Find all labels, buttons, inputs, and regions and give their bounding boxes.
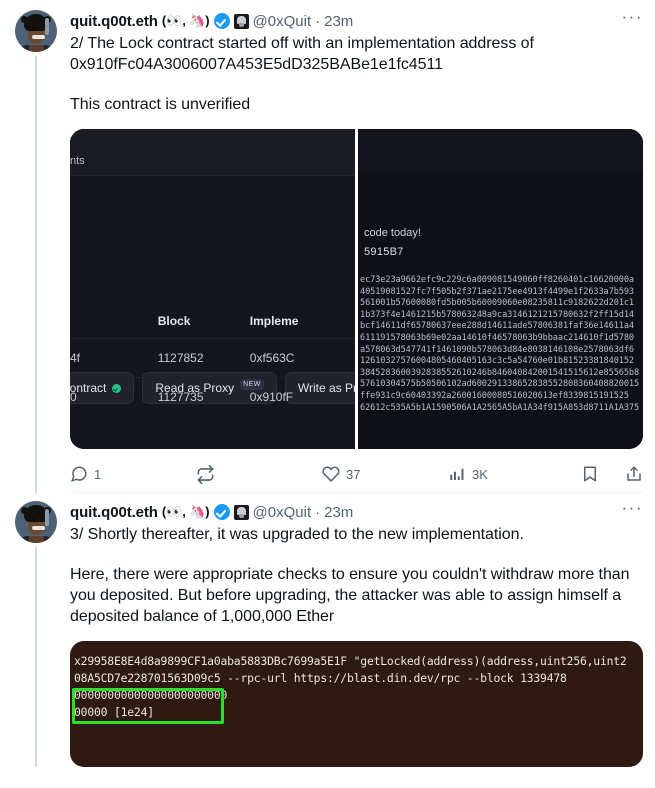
share-icon — [627, 466, 641, 481]
explorer-verify-note: code today! — [364, 227, 421, 239]
explorer-row-1-implementation: 0x910fF — [249, 390, 294, 404]
explorer-row-0-block: 1127852 — [157, 351, 204, 365]
tweet-2-header: quit.q00t.eth (👀, 🦄) @0xQuit · 23m ··· — [70, 499, 643, 523]
avatar-eye-right — [40, 26, 43, 29]
reply-icon — [71, 466, 87, 482]
bookmark-button[interactable] — [581, 465, 599, 483]
tweet-2-media-terminal[interactable]: x29958E8E4d8a9899CF1a0aba5883DBc7699a5E1… — [70, 641, 643, 767]
tweet-2-text: 3/ Shortly thereafter, it was upgraded t… — [70, 526, 524, 543]
table-row[interactable]: 4f 1127852 0xf563C — [70, 338, 355, 377]
avatar-background-stripe — [45, 509, 49, 526]
share-button[interactable] — [625, 465, 643, 483]
tweet-2-left-rail — [12, 501, 60, 767]
tweet-2-timestamp[interactable]: 23m — [324, 504, 353, 521]
explorer-bytecode-dump: ec73e23a9662efc9c229c6a009081549060ff826… — [360, 275, 640, 413]
avatar[interactable] — [15, 501, 57, 543]
tweet-2-text-paragraph-2: Here, there were appropriate checks to e… — [70, 566, 634, 625]
tweet-1-more-options-icon[interactable]: ··· — [617, 8, 643, 29]
explorer-right-band — [358, 171, 643, 221]
explorer-row-0-txhash: 4f — [70, 351, 81, 365]
avatar-mouth — [32, 35, 45, 39]
explorer-top-bar — [70, 129, 355, 176]
reply-button[interactable]: 1 — [70, 465, 196, 483]
tweet-1-body: quit.q00t.eth (👀, 🦄) @0xQuit · 23m ··· 2… — [60, 8, 643, 493]
explorer-right-panel-bytecode: code today! 5915B7 e c f ec73e23a9662efc… — [358, 129, 643, 449]
table-row[interactable]: 0 1127735 0x910fF — [70, 377, 355, 416]
header-separator-1: · — [315, 12, 321, 30]
thread-connector-line — [35, 547, 37, 767]
author-display-name[interactable]: quit.q00t.eth — [70, 504, 158, 521]
views-button[interactable]: 3K — [448, 465, 574, 483]
author-handle[interactable]: @0xQuit — [253, 504, 312, 521]
like-count: 37 — [346, 466, 361, 482]
terminal-output-text: x29958E8E4d8a9899CF1a0aba5883DBc7699a5E1… — [74, 654, 627, 719]
bookmark-icon — [584, 466, 596, 482]
tweet-2-more-options-icon[interactable]: ··· — [617, 499, 643, 520]
avatar-neck — [29, 45, 44, 52]
avatar-eye-left — [32, 517, 35, 520]
verified-badge-icon[interactable] — [213, 13, 230, 29]
explorer-contract-hash-fragment: 5915B7 — [364, 246, 404, 258]
reply-count: 1 — [94, 466, 102, 482]
author-name-suffix: (👀, 🦄) — [161, 13, 210, 28]
thread-connector-line — [35, 56, 37, 493]
explorer-row-0-implementation: 0xf563C — [249, 351, 295, 365]
heart-icon — [322, 466, 340, 482]
tweet-1-text: 2/ The Lock contract started off with an… — [70, 35, 539, 73]
tweet-2[interactable]: quit.q00t.eth (👀, 🦄) @0xQuit · 23m ··· 3… — [0, 493, 655, 767]
explorer-tab-label[interactable]: nts — [70, 155, 85, 167]
avatar-background-stripe — [45, 18, 49, 35]
explorer-row-1-block: 1127735 — [157, 390, 204, 404]
explorer-col-block-header: Block — [157, 314, 191, 328]
explorer-split-divider — [355, 129, 358, 449]
view-count: 3K — [472, 466, 488, 482]
explorer-left-panel: nts Contract Read as Proxy NEW Write as … — [70, 129, 383, 449]
avatar-neck — [29, 536, 44, 543]
tweet-1-timestamp[interactable]: 23m — [324, 13, 353, 30]
retweet-icon — [197, 464, 214, 484]
like-button[interactable]: 37 — [322, 465, 448, 483]
tweet-2-body: quit.q00t.eth (👀, 🦄) @0xQuit · 23m ··· 3… — [60, 499, 643, 767]
tweet-thread-feed: quit.q00t.eth (👀, 🦄) @0xQuit · 23m ··· 2… — [0, 0, 655, 788]
avatar-eye-right — [40, 517, 43, 520]
dark-square-badge-icon — [233, 504, 249, 520]
explorer-row-1-txhash: 0 — [70, 390, 77, 404]
retweet-button[interactable] — [196, 464, 322, 484]
avatar-eye-left — [32, 26, 35, 29]
explorer-table-header-row: Block Impleme — [70, 304, 355, 338]
header-separator-2: · — [315, 503, 321, 521]
tweet-1-left-rail — [12, 10, 60, 493]
tweet-1[interactable]: quit.q00t.eth (👀, 🦄) @0xQuit · 23m ··· 2… — [0, 0, 655, 493]
tweet-1-text-paragraph-2: This contract is unverified — [70, 96, 251, 113]
explorer-implementation-table: Block Impleme 4f 1127852 0xf563C 0 11277… — [70, 304, 355, 416]
tweet-1-action-bar: 1 37 3K — [70, 456, 643, 492]
tweet-1-media-block-explorer[interactable]: nts Contract Read as Proxy NEW Write as … — [70, 129, 643, 449]
explorer-col-implementation-header: Impleme — [249, 314, 299, 328]
avatar[interactable] — [15, 10, 57, 52]
author-display-name[interactable]: quit.q00t.eth — [70, 13, 158, 30]
explorer-right-top-bar — [358, 129, 643, 171]
author-name-suffix: (👀, 🦄) — [161, 504, 210, 519]
analytics-icon — [450, 468, 464, 480]
avatar-mouth — [32, 526, 45, 530]
author-handle[interactable]: @0xQuit — [253, 13, 312, 30]
tweet-1-header: quit.q00t.eth (👀, 🦄) @0xQuit · 23m ··· — [70, 8, 643, 32]
dark-square-badge-icon — [233, 13, 249, 29]
verified-badge-icon[interactable] — [213, 504, 230, 520]
